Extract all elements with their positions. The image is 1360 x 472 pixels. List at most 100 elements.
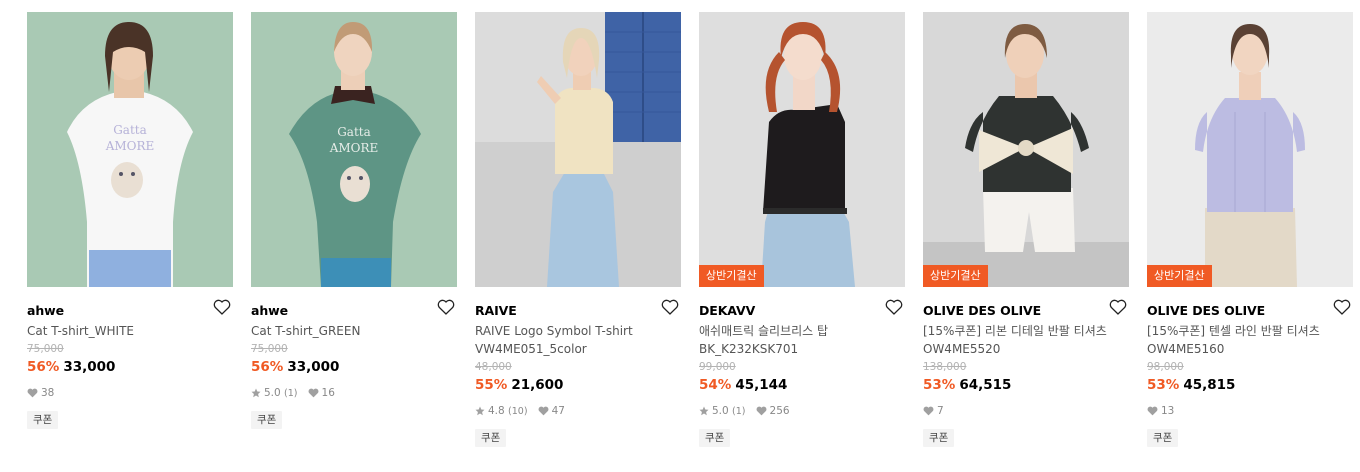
- rating: 4.8 (10): [475, 405, 528, 417]
- like-count: 16: [308, 387, 335, 399]
- star-icon: [475, 406, 485, 416]
- product-stats: 13: [1147, 403, 1353, 419]
- product-name[interactable]: [15%쿠폰] 텐셀 라인 반팔 티셔츠 OW4ME5160: [1147, 322, 1343, 358]
- brand-name[interactable]: RAIVE: [475, 303, 517, 318]
- heart-filled-icon: [756, 406, 766, 416]
- price-row: 56% 33,000: [27, 357, 233, 377]
- product-image[interactable]: 상반기결산: [923, 12, 1129, 287]
- discount-rate: 53%: [1147, 377, 1180, 393]
- discount-rate: 54%: [699, 377, 732, 393]
- product-image[interactable]: 상반기결산: [1147, 12, 1353, 287]
- like-count-value: 13: [1161, 405, 1175, 417]
- price-row: 55% 21,600: [475, 375, 681, 395]
- product-card[interactable]: RAIVE RAIVE Logo Symbol T-shirt VW4ME051…: [475, 12, 681, 447]
- coupon-badge: 쿠폰: [1147, 429, 1179, 447]
- heart-filled-icon: [538, 406, 549, 416]
- product-name-line1: Cat T-shirt_GREEN: [251, 324, 361, 338]
- heart-icon[interactable]: [660, 297, 680, 317]
- product-name-line2: VW4ME051_5color: [475, 342, 587, 356]
- heart-filled-icon: [923, 406, 934, 416]
- heart-filled-icon: [27, 388, 38, 398]
- coupon-badge: 쿠폰: [923, 429, 955, 447]
- product-stats: 38: [27, 385, 233, 401]
- product-name-line2: OW4ME5520: [923, 342, 1001, 356]
- rating-value: 5.0: [712, 405, 729, 417]
- product-name-line1: [15%쿠폰] 리본 디테일 반팔 티셔츠: [923, 324, 1107, 338]
- rating-value: 4.8: [488, 405, 505, 417]
- coupon-badge: 쿠폰: [475, 429, 507, 447]
- product-image[interactable]: [475, 12, 681, 287]
- brand-name[interactable]: DEKAVV: [699, 303, 755, 318]
- product-stats: 5.0 (1) 16: [251, 385, 457, 401]
- like-count: 13: [1147, 405, 1174, 417]
- discount-rate: 56%: [251, 359, 284, 375]
- product-name[interactable]: 애쉬매트릭 슬리브리스 탑 BK_K232KSK701: [699, 322, 895, 358]
- original-price: 99,000: [699, 361, 736, 373]
- brand-name[interactable]: ahwe: [27, 303, 64, 318]
- original-price: 75,000: [27, 343, 64, 355]
- like-count: 38: [27, 387, 54, 399]
- product-card[interactable]: Gatta AMORE ahwe Cat T-shirt_GREEN 75,00…: [251, 12, 457, 429]
- review-count: (1): [284, 387, 298, 399]
- sale-price: 45,144: [735, 377, 788, 393]
- heart-icon[interactable]: [1332, 297, 1352, 317]
- heart-icon[interactable]: [884, 297, 904, 317]
- discount-rate: 55%: [475, 377, 508, 393]
- product-name[interactable]: Cat T-shirt_GREEN: [251, 322, 447, 340]
- price-row: 54% 45,144: [699, 375, 905, 395]
- price-row: 56% 33,000: [251, 357, 457, 377]
- like-count: 47: [538, 405, 565, 417]
- product-name[interactable]: [15%쿠폰] 리본 디테일 반팔 티셔츠 OW4ME5520: [923, 322, 1119, 358]
- rating: 5.0 (1): [699, 405, 746, 417]
- brand-name[interactable]: ahwe: [251, 303, 288, 318]
- like-count-value: 47: [551, 405, 565, 417]
- product-card[interactable]: 상반기결산 OLIVE DES OLIVE [15%쿠폰] 텐셀 라인 반팔 티…: [1147, 12, 1353, 447]
- heart-icon[interactable]: [212, 297, 232, 317]
- coupon-badge: 쿠폰: [27, 411, 59, 429]
- sale-price: 64,515: [959, 377, 1012, 393]
- product-stats: 7: [923, 403, 1129, 419]
- product-card[interactable]: 상반기결산 DEKAVV 애쉬매트릭 슬리브리스 탑 BK_K232KSK701…: [699, 12, 905, 447]
- product-name[interactable]: RAIVE Logo Symbol T-shirt VW4ME051_5colo…: [475, 322, 671, 358]
- product-image[interactable]: Gatta AMORE: [27, 12, 233, 287]
- original-price: 138,000: [923, 361, 967, 373]
- like-count: 256: [756, 405, 790, 417]
- heart-icon[interactable]: [436, 297, 456, 317]
- sale-price: 33,000: [63, 359, 116, 375]
- sale-event-tag: 상반기결산: [923, 265, 988, 287]
- rating-value: 5.0: [264, 387, 281, 399]
- sale-price: 45,815: [1183, 377, 1236, 393]
- sale-event-tag: 상반기결산: [1147, 265, 1212, 287]
- coupon-badge: 쿠폰: [251, 411, 283, 429]
- price-row: 53% 64,515: [923, 375, 1129, 395]
- brand-name[interactable]: OLIVE DES OLIVE: [923, 303, 1041, 318]
- product-stats: 4.8 (10) 47: [475, 403, 681, 419]
- like-count: 7: [923, 405, 944, 417]
- brand-name[interactable]: OLIVE DES OLIVE: [1147, 303, 1265, 318]
- product-name-line1: Cat T-shirt_WHITE: [27, 324, 134, 338]
- product-stats: 5.0 (1) 256: [699, 403, 905, 419]
- product-name-line1: [15%쿠폰] 텐셀 라인 반팔 티셔츠: [1147, 324, 1320, 338]
- heart-icon[interactable]: [1108, 297, 1128, 317]
- like-count-value: 38: [41, 387, 55, 399]
- rating: 5.0 (1): [251, 387, 298, 399]
- product-image[interactable]: Gatta AMORE: [251, 12, 457, 287]
- heart-filled-icon: [1147, 406, 1158, 416]
- sale-price: 33,000: [287, 359, 340, 375]
- star-icon: [699, 406, 709, 416]
- original-price: 48,000: [475, 361, 512, 373]
- like-count-value: 256: [769, 405, 790, 417]
- product-name-line2: OW4ME5160: [1147, 342, 1225, 356]
- product-image[interactable]: 상반기결산: [699, 12, 905, 287]
- svg-text:AMORE: AMORE: [105, 139, 155, 153]
- product-card[interactable]: 상반기결산 OLIVE DES OLIVE [15%쿠폰] 리본 디테일 반팔 …: [923, 12, 1129, 447]
- original-price: 98,000: [1147, 361, 1184, 373]
- svg-text:Gatta: Gatta: [113, 123, 147, 137]
- review-count: (10): [508, 405, 528, 417]
- product-card[interactable]: Gatta AMORE ahwe Cat T-shirt_WHITE 75,00…: [27, 12, 233, 429]
- svg-text:Gatta: Gatta: [337, 125, 371, 139]
- sale-event-tag: 상반기결산: [699, 265, 764, 287]
- product-grid: Gatta AMORE ahwe Cat T-shirt_WHITE 75,00…: [0, 0, 1360, 472]
- product-name[interactable]: Cat T-shirt_WHITE: [27, 322, 223, 340]
- like-count-value: 7: [937, 405, 944, 417]
